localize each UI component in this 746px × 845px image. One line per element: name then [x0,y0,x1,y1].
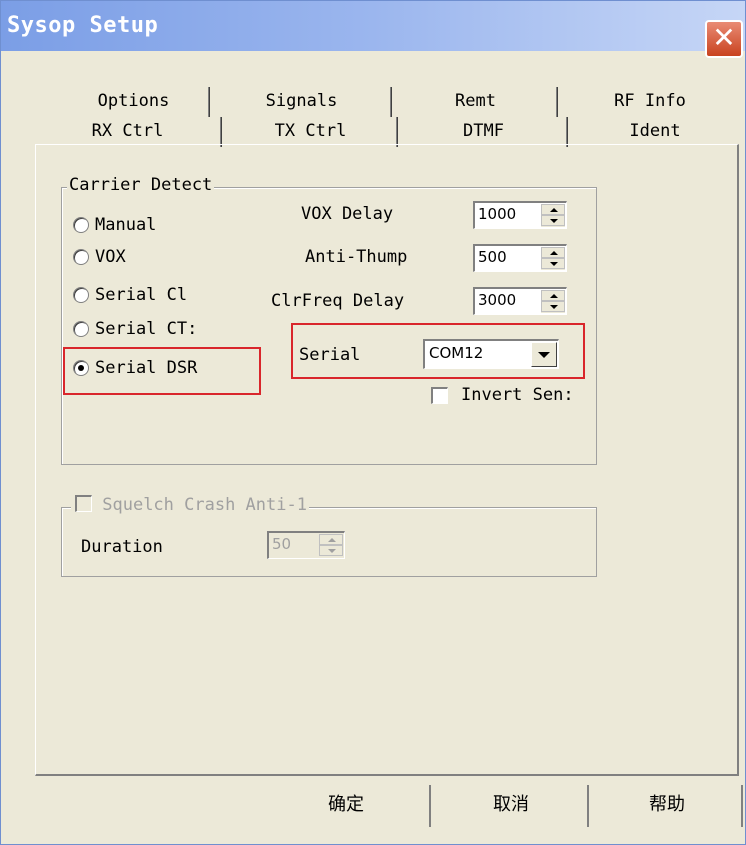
invert-sense-checkbox[interactable] [431,387,448,404]
anti-thump-value[interactable]: 500 [478,248,507,266]
spin-up-icon[interactable] [541,204,565,215]
spin-up-icon[interactable] [541,290,565,301]
tab-rf-info[interactable]: RF Info [561,87,739,117]
duration-spin-buttons[interactable] [319,534,343,557]
serial-port-label: Serial [299,345,361,365]
close-icon: ✕ [712,21,736,54]
squelch-crash-checkbox[interactable] [75,495,92,512]
clrfreq-delay-spinner[interactable]: 3000 [473,287,567,315]
radio-serial-cts-circle[interactable] [73,321,89,337]
spin-down-icon[interactable] [541,215,565,226]
serial-dsr-highlight [63,347,261,395]
tab-signals[interactable]: Signals [213,87,392,117]
tab-tx-ctrl[interactable]: TX Ctrl [225,117,398,147]
radio-serial-cts-label: Serial CT: [95,319,198,339]
clrfreq-delay-value[interactable]: 3000 [478,291,516,309]
radio-serial-cd-label: Serial Cl [95,285,188,305]
clrfreq-delay-spin-buttons[interactable] [541,290,565,313]
close-button[interactable]: ✕ [705,20,743,58]
radio-manual-label: Manual [95,215,157,235]
vox-delay-label: VOX Delay [301,204,394,224]
help-button[interactable]: 帮助 [593,785,743,827]
squelch-crash-label: Squelch Crash Anti-1 [102,495,307,515]
sysop-setup-dialog: Sysop Setup ✕ Options Signals Remt RF In… [0,0,746,845]
cancel-button[interactable]: 取消 [435,785,589,827]
tab-ident[interactable]: Ident [571,117,739,147]
serial-port-value[interactable]: COM12 [429,344,483,362]
vox-delay-value[interactable]: 1000 [478,205,516,223]
ok-button[interactable]: 确定 [263,785,431,827]
anti-thump-spinner[interactable]: 500 [473,244,567,272]
tab-dtmf[interactable]: DTMF [401,117,568,147]
spin-up-icon[interactable] [541,247,565,258]
spin-up-icon[interactable] [319,534,343,545]
tab-options[interactable]: Options [59,87,210,117]
tab-remt[interactable]: Remt [395,87,558,117]
radio-serial-cd-circle[interactable] [73,287,89,303]
duration-value[interactable]: 50 [272,535,291,553]
serial-port-select[interactable]: COM12 [423,339,559,369]
spin-down-icon[interactable] [319,545,343,556]
title-bar[interactable]: Sysop Setup [1,1,745,51]
radio-vox-label: VOX [95,247,126,267]
vox-delay-spin-buttons[interactable] [541,204,565,227]
radio-vox-circle[interactable] [73,249,89,265]
vox-delay-spinner[interactable]: 1000 [473,201,567,229]
anti-thump-label: Anti-Thump [305,247,408,267]
clrfreq-delay-label: ClrFreq Delay [271,291,405,311]
carrier-detect-legend: Carrier Detect [67,175,215,195]
spin-down-icon[interactable] [541,258,565,269]
squelch-crash-legend-box: Squelch Crash Anti-1 [71,493,309,515]
duration-label: Duration [81,537,163,557]
duration-spinner[interactable]: 50 [267,531,345,559]
spin-down-icon[interactable] [541,301,565,312]
radio-manual-circle[interactable] [73,217,89,233]
chevron-down-icon[interactable] [531,342,557,367]
invert-sense-label: Invert Sen: [461,385,574,405]
window-title: Sysop Setup [7,13,159,38]
anti-thump-spin-buttons[interactable] [541,247,565,270]
tab-rx-ctrl[interactable]: RX Ctrl [35,117,222,147]
